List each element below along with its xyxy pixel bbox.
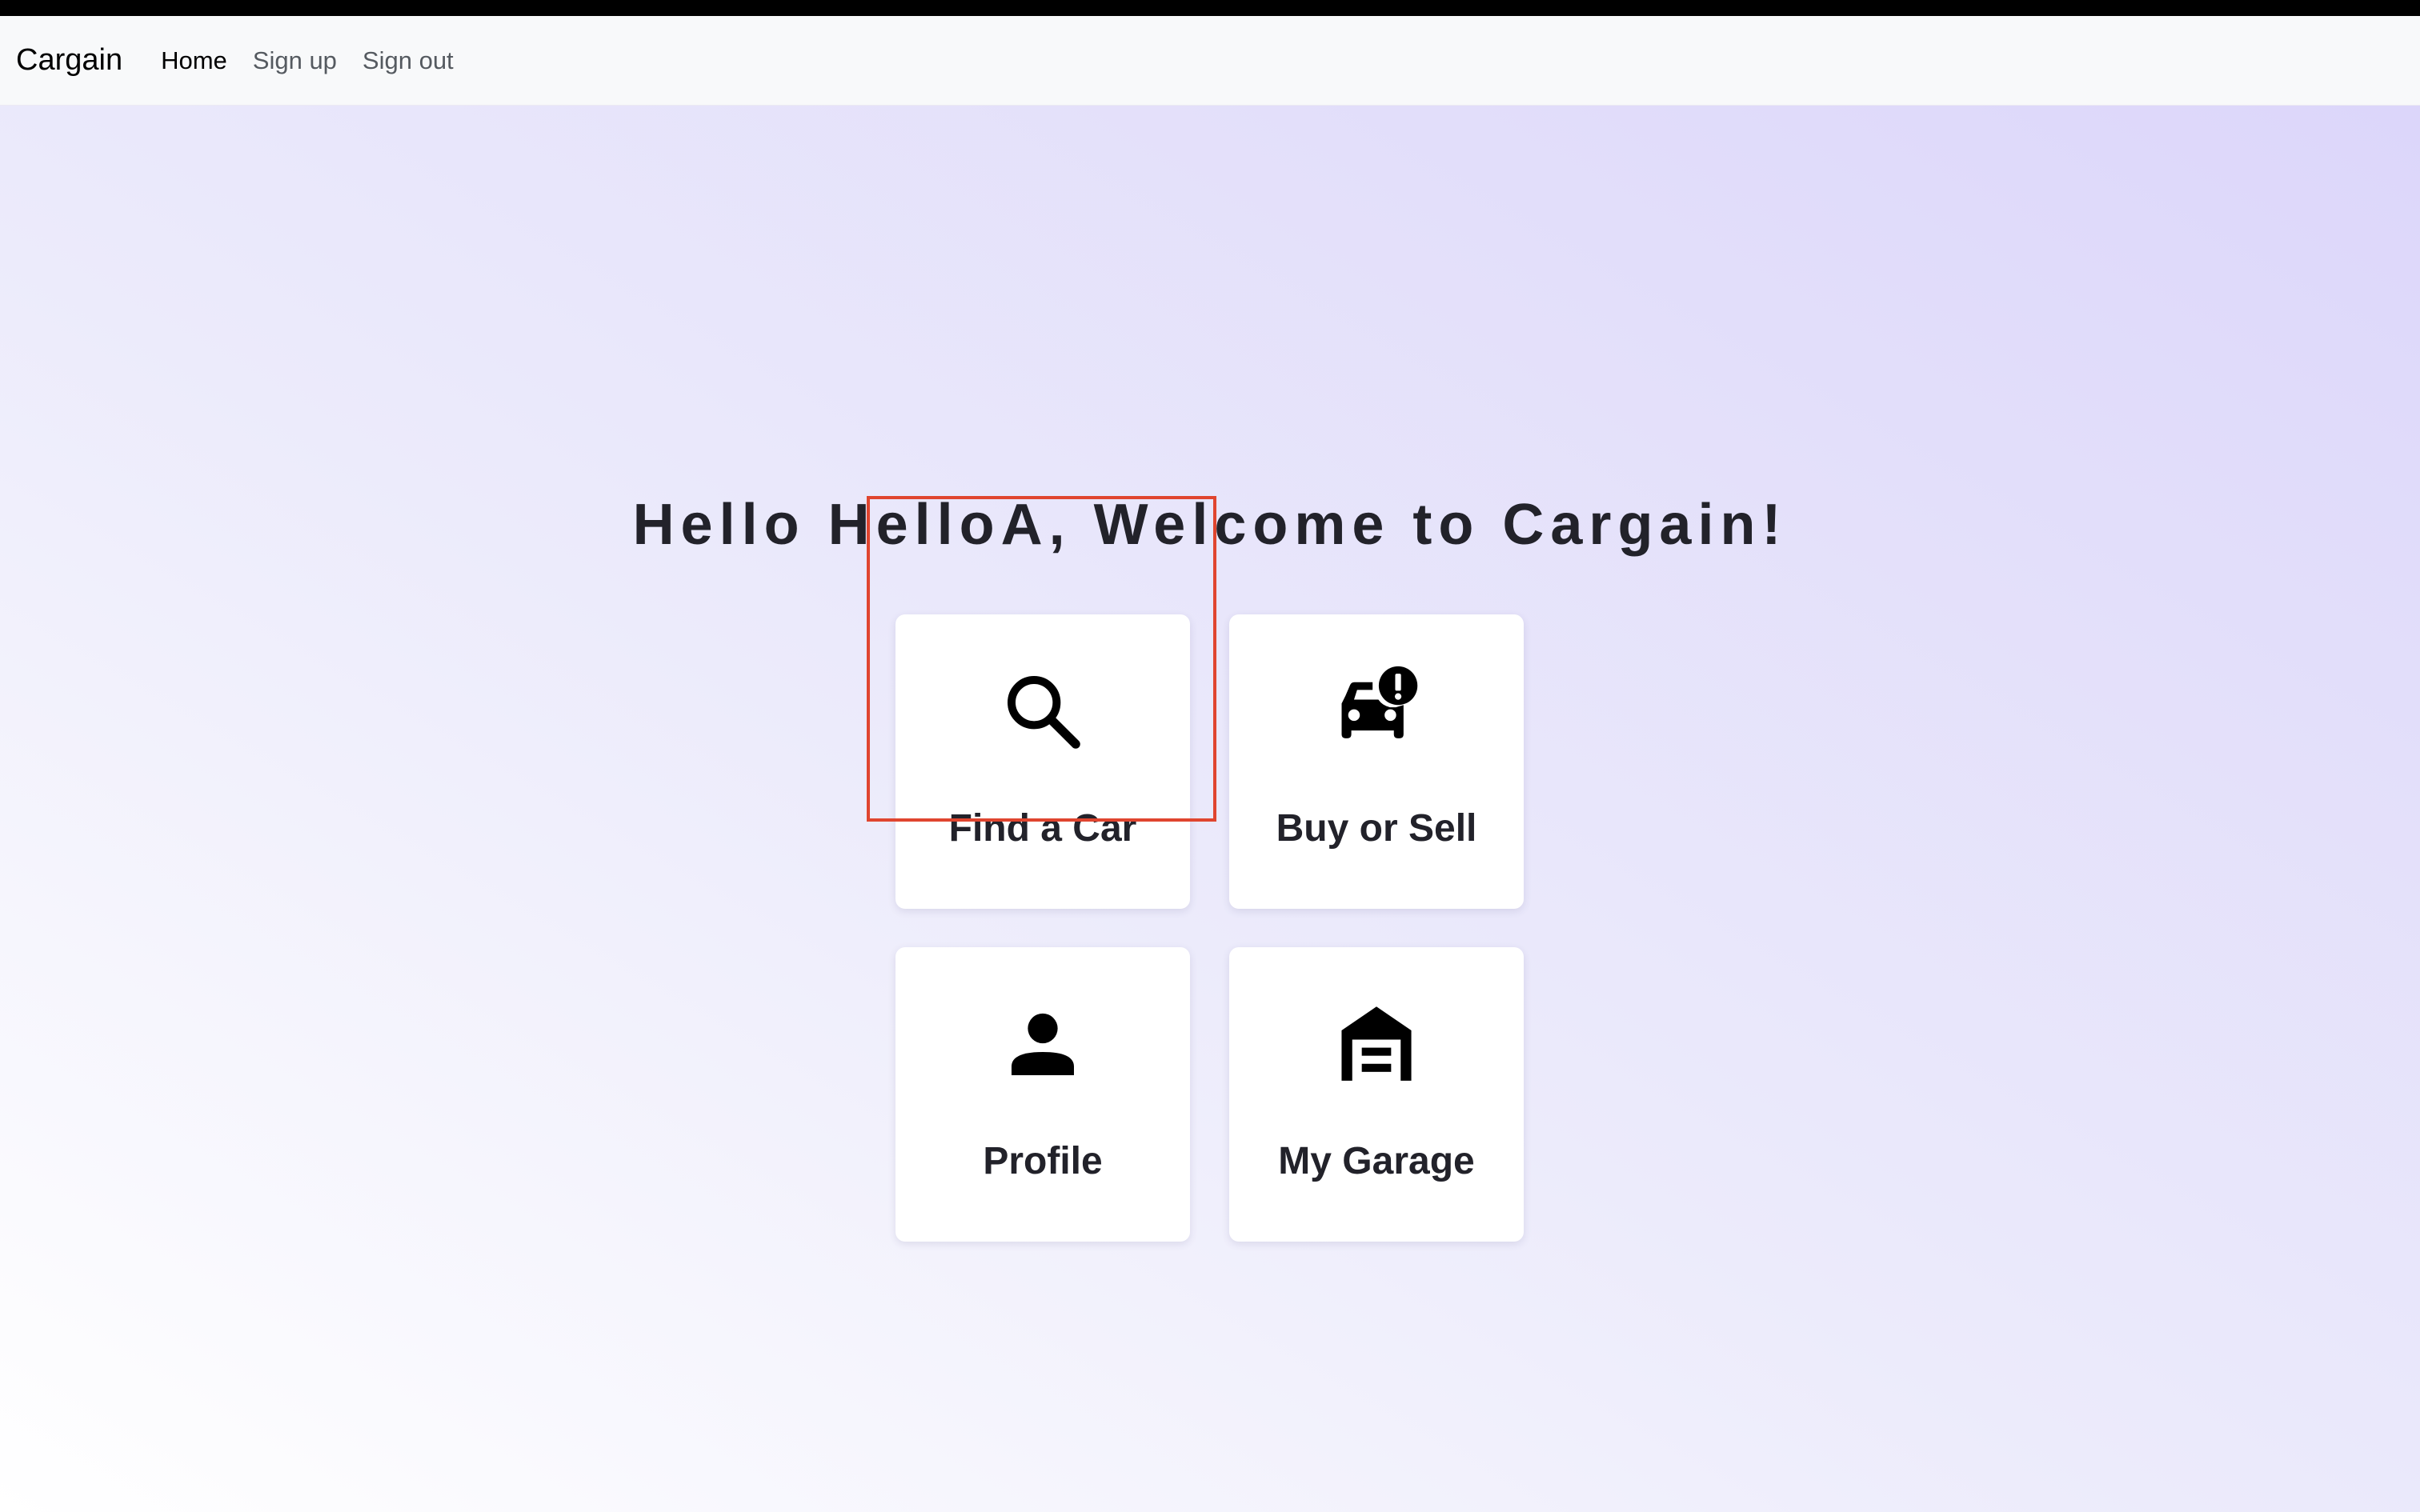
my-garage-label: My Garage: [1278, 1140, 1475, 1182]
garage-icon: [1229, 1000, 1524, 1088]
profile-label: Profile: [983, 1140, 1103, 1182]
welcome-heading: Hello HelloA, Welcome to Cargain!: [632, 493, 1788, 557]
navbar: Cargain Home Sign up Sign out: [0, 16, 2420, 106]
profile-tile[interactable]: Profile: [895, 947, 1190, 1242]
buy-or-sell-tile[interactable]: Buy or Sell: [1229, 614, 1524, 909]
car-alert-icon: [1229, 666, 1524, 755]
main-content: Hello HelloA, Welcome to Cargain! Find a…: [0, 106, 2420, 1512]
brand-logo[interactable]: Cargain: [16, 43, 122, 78]
my-garage-tile[interactable]: My Garage: [1229, 947, 1524, 1242]
buy-or-sell-label: Buy or Sell: [1276, 807, 1477, 850]
person-icon: [895, 1000, 1190, 1088]
nav-link-sign-out[interactable]: Sign out: [363, 46, 454, 75]
find-a-car-tile[interactable]: Find a Car: [895, 614, 1190, 909]
window-top-bar: [0, 0, 2420, 16]
nav-link-home[interactable]: Home: [161, 46, 227, 75]
nav-link-sign-up[interactable]: Sign up: [253, 46, 337, 75]
search-icon: [895, 667, 1190, 755]
find-a-car-label: Find a Car: [948, 807, 1137, 850]
